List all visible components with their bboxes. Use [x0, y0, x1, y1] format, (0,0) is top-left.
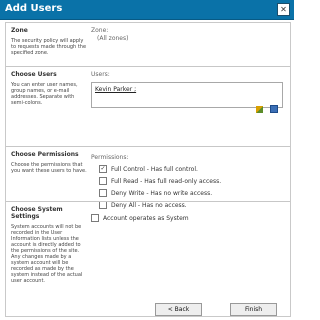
window-title: Add Users	[5, 3, 63, 14]
people-picker-icons	[254, 98, 278, 117]
permission-option-deny-write[interactable]: Deny Write - Has no write access.	[99, 189, 286, 197]
zone-value: (All zones)	[97, 35, 129, 42]
checkbox[interactable]: ✓	[99, 165, 107, 173]
zone-section: Zone The security policy will apply to r…	[6, 23, 290, 66]
users-heading: Choose Users	[11, 71, 57, 78]
permissions-description: Choose the permissions that you want the…	[11, 162, 87, 174]
close-icon[interactable]: ✕	[277, 3, 290, 16]
users-description: You can enter user names, group names, o…	[11, 82, 78, 106]
checkbox[interactable]	[91, 214, 99, 222]
permission-option-full-control[interactable]: ✓ Full Control - Has full control.	[99, 165, 286, 173]
permissions-heading: Choose Permissions	[11, 151, 79, 158]
back-button[interactable]: < Back	[155, 303, 202, 316]
checkbox[interactable]	[99, 189, 107, 197]
permissions-label: Permissions:	[91, 154, 129, 161]
checkbox[interactable]	[99, 177, 107, 185]
zone-description: The security policy will apply to reques…	[11, 38, 87, 56]
users-label: Users:	[91, 71, 110, 78]
system-section: Choose System Settings System accounts w…	[6, 201, 290, 302]
system-heading: Choose System Settings	[11, 206, 63, 220]
user-entry: Kevin Parker ;	[95, 86, 137, 93]
zone-heading: Zone	[11, 27, 28, 34]
browse-icon[interactable]	[270, 105, 278, 113]
dialog-body: Zone The security policy will apply to r…	[5, 22, 291, 317]
check-names-icon[interactable]	[255, 106, 263, 113]
system-account-option[interactable]: Account operates as System	[91, 214, 286, 222]
users-section: Choose Users You can enter user names, g…	[6, 66, 290, 147]
permission-option-full-read[interactable]: Full Read - Has full read-only access.	[99, 177, 286, 185]
zone-label: Zone:	[91, 27, 109, 34]
system-description: System accounts will not be recorded in …	[11, 224, 83, 284]
finish-button[interactable]: Finish	[230, 303, 277, 316]
title-bar: Add Users ✕	[0, 0, 294, 20]
